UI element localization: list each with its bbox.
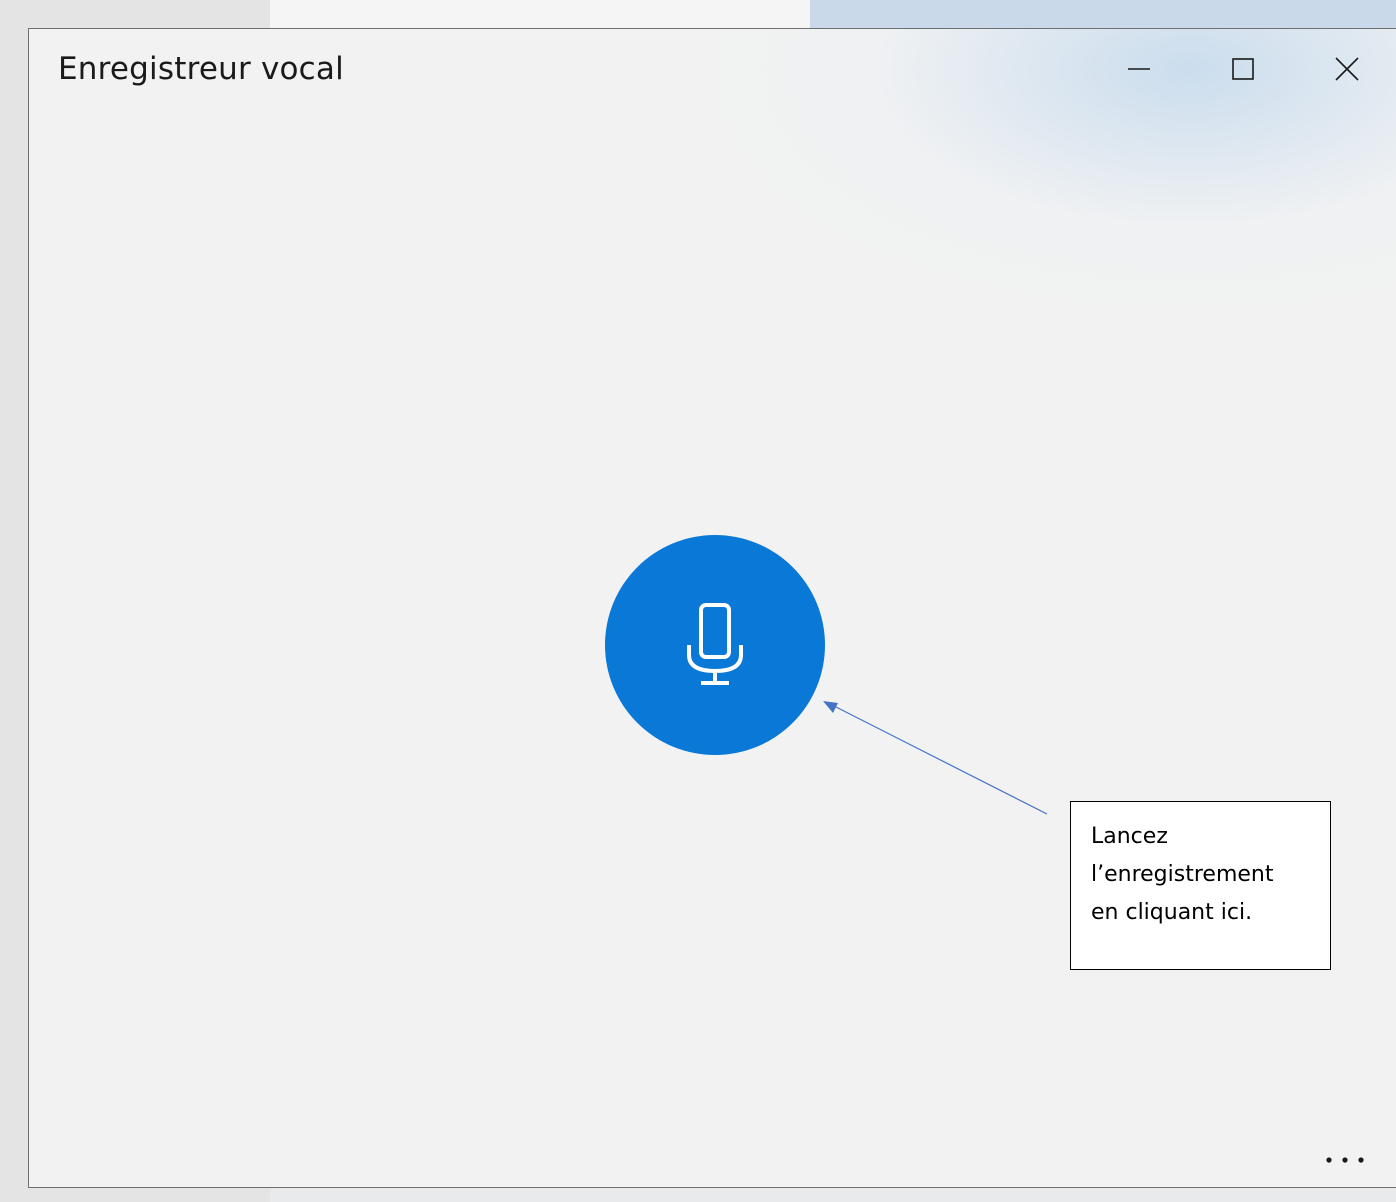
more-options-button[interactable] bbox=[1313, 1141, 1377, 1179]
close-button[interactable] bbox=[1315, 45, 1379, 93]
close-icon bbox=[1335, 57, 1359, 81]
callout-box: Lancez l’enregistrement en cliquant ici. bbox=[1070, 801, 1331, 970]
record-button[interactable] bbox=[605, 535, 825, 755]
microphone-icon bbox=[687, 603, 743, 685]
voice-recorder-window: Enregistreur vocal bbox=[28, 28, 1396, 1188]
background-window-edge-blue bbox=[810, 0, 1396, 30]
maximize-button[interactable] bbox=[1211, 45, 1275, 93]
callout-text-line: en cliquant ici. bbox=[1091, 900, 1253, 925]
minimize-icon bbox=[1128, 68, 1150, 70]
background-window-edge bbox=[270, 0, 810, 30]
minimize-button[interactable] bbox=[1107, 45, 1171, 93]
more-options-icon bbox=[1326, 1157, 1364, 1163]
app-title: Enregistreur vocal bbox=[58, 51, 344, 87]
maximize-icon bbox=[1232, 58, 1254, 80]
callout-text-line: l’enregistrement bbox=[1091, 862, 1274, 887]
callout-text-line: Lancez bbox=[1091, 824, 1168, 849]
